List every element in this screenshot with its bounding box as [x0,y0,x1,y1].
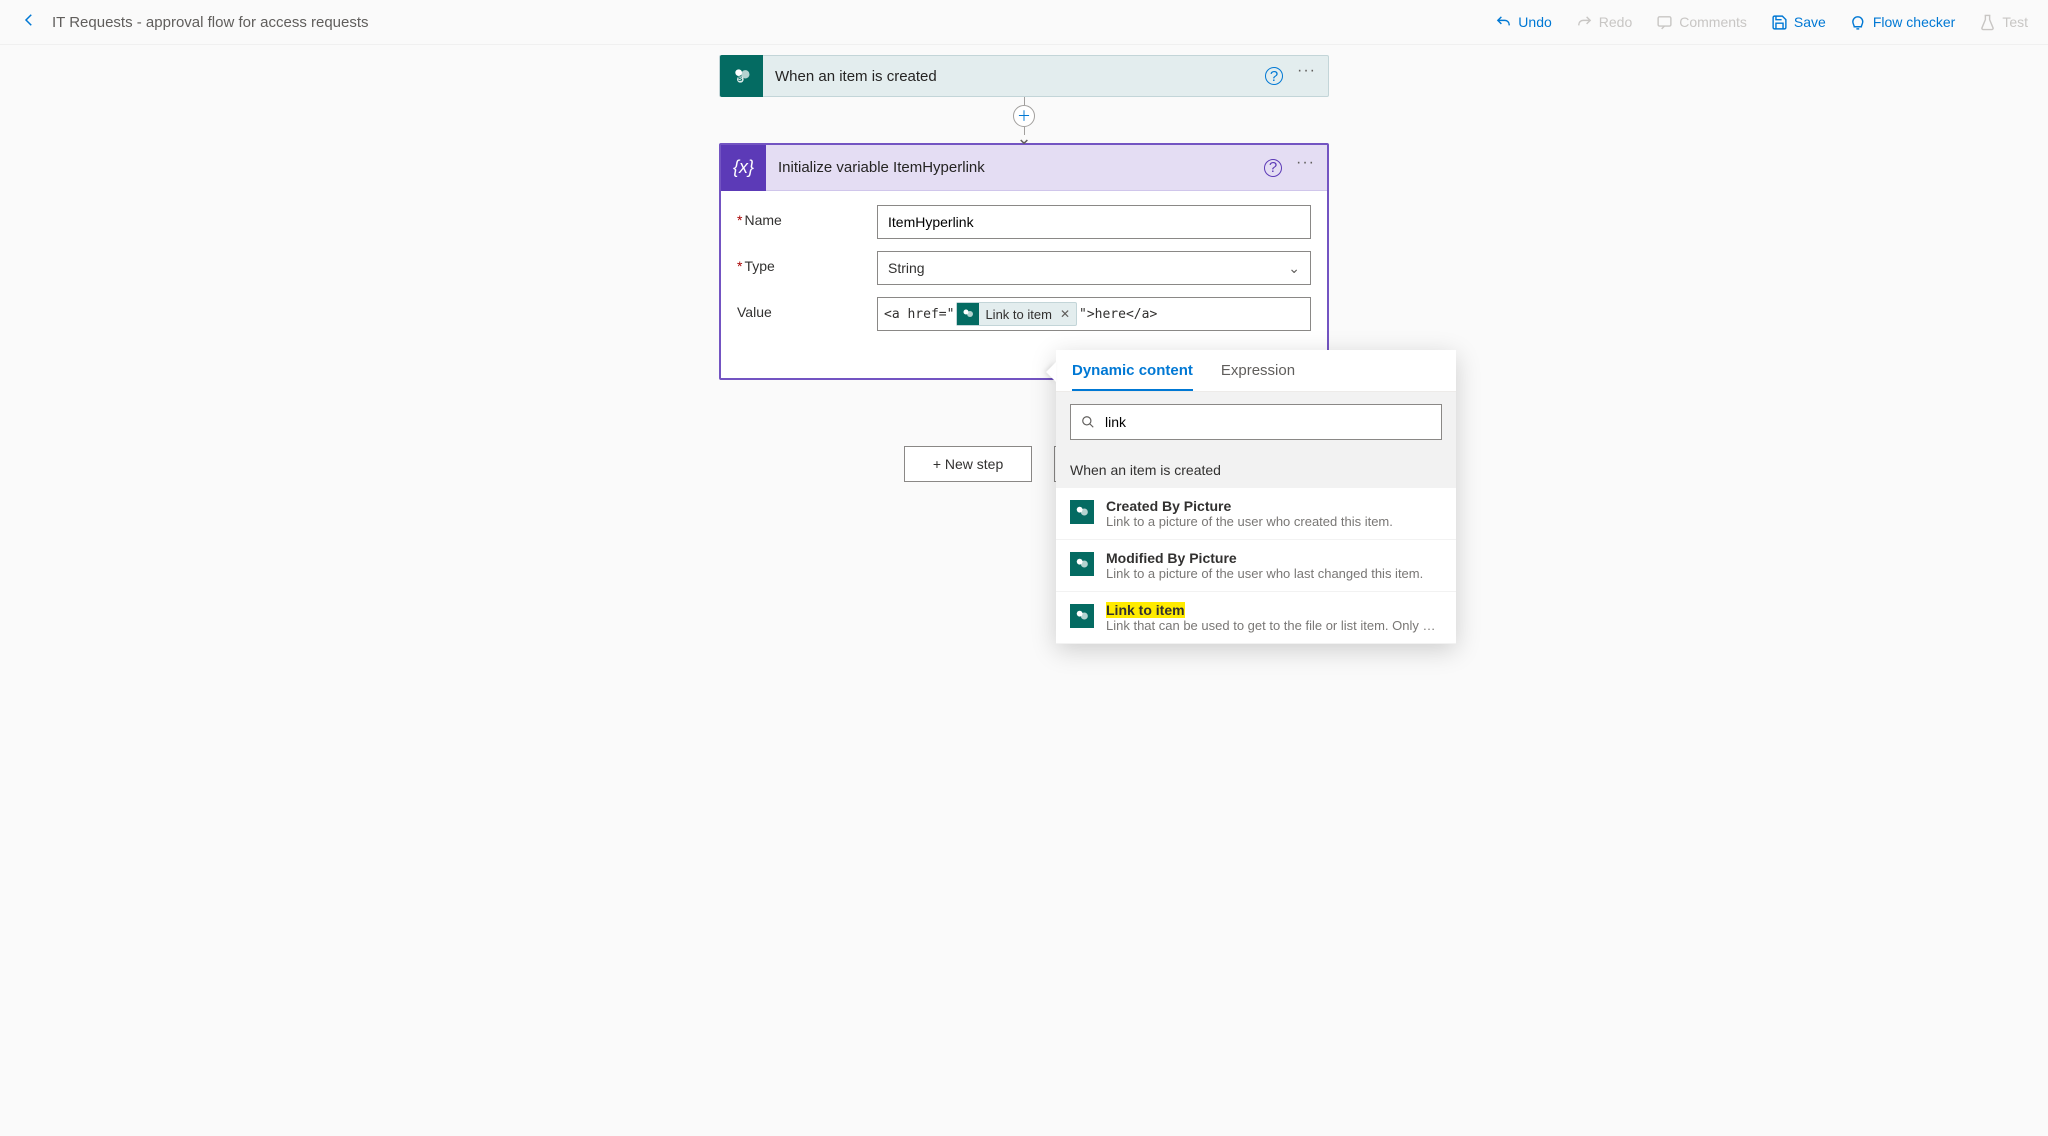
add-step-between-icon[interactable]: ＋ [1013,105,1035,127]
topbar: IT Requests - approval flow for access r… [0,0,2048,45]
sharepoint-icon [957,303,979,325]
value-suffix-text: ">here</a> [1079,307,1157,322]
result-title: Created By Picture [1106,498,1442,514]
back-arrow-icon[interactable] [20,11,38,34]
action-help-icon[interactable]: ? [1264,159,1282,177]
flow-checker-label: Flow checker [1873,14,1955,30]
flow-checker-button[interactable]: Flow checker [1850,14,1955,31]
type-select-value: String [888,260,925,276]
chevron-down-icon: ⌄ [1288,260,1300,277]
value-prefix-text: <a href=" [884,307,954,322]
redo-label: Redo [1599,14,1632,30]
flow-canvas: S When an item is created ? ··· ＋ ⌄ {x} … [0,45,2048,482]
variable-icon: {x} [721,145,766,191]
trigger-title: When an item is created [775,68,1265,85]
save-label: Save [1794,14,1826,30]
token-label: Link to item [985,307,1051,322]
trigger-card[interactable]: S When an item is created ? ··· [719,55,1329,97]
value-input[interactable]: <a href=" Link to item ✕ ">here</a> [877,297,1311,331]
svg-text:S: S [737,76,742,83]
type-select[interactable]: String ⌄ [877,251,1311,285]
value-label: Value [737,297,877,320]
dynamic-search-box[interactable] [1070,404,1442,440]
action-card: {x} Initialize variable ItemHyperlink ? … [719,143,1329,380]
test-label: Test [2002,14,2028,30]
dynamic-token[interactable]: Link to item ✕ [956,302,1077,326]
dynamic-result[interactable]: Modified By PictureLink to a picture of … [1056,540,1456,592]
dynamic-result[interactable]: Created By PictureLink to a picture of t… [1056,488,1456,540]
undo-button[interactable]: Undo [1495,14,1551,31]
action-header[interactable]: {x} Initialize variable ItemHyperlink ? … [721,145,1327,191]
result-title: Link to item [1106,602,1442,618]
result-sub: Link to a picture of the user who last c… [1106,566,1442,581]
popup-caret [1046,362,1056,382]
dynamic-search-input[interactable] [1105,414,1431,430]
sharepoint-icon [1070,552,1094,576]
tab-dynamic-content[interactable]: Dynamic content [1072,362,1193,391]
token-remove-icon[interactable]: ✕ [1060,307,1070,321]
flow-arrow-icon: ⌄ [1016,133,1031,143]
name-input[interactable] [877,205,1311,239]
type-label: *Type [737,251,877,274]
result-sub: Link to a picture of the user who create… [1106,514,1442,529]
sharepoint-icon: S [720,55,763,97]
trigger-help-icon[interactable]: ? [1265,67,1283,85]
dynamic-result[interactable]: Link to itemLink that can be used to get… [1056,592,1456,644]
name-label: *Name [737,205,877,228]
comments-label: Comments [1679,14,1747,30]
trigger-more-icon[interactable]: ··· [1297,66,1316,86]
action-title: Initialize variable ItemHyperlink [778,159,1264,176]
sharepoint-icon [1070,604,1094,628]
comments-button[interactable]: Comments [1656,14,1747,31]
save-button[interactable]: Save [1771,14,1826,31]
action-more-icon[interactable]: ··· [1296,158,1315,178]
page-title: IT Requests - approval flow for access r… [52,14,369,31]
sharepoint-icon [1070,500,1094,524]
dynamic-content-popup: Dynamic content Expression When an item … [1056,350,1456,644]
search-icon [1081,415,1095,429]
result-title: Modified By Picture [1106,550,1442,566]
new-step-button[interactable]: + New step [904,446,1032,482]
popup-section-header: When an item is created [1056,452,1456,488]
connector: ＋ ⌄ [719,97,1329,143]
undo-label: Undo [1518,14,1551,30]
test-button[interactable]: Test [1979,14,2028,31]
result-sub: Link that can be used to get to the file… [1106,618,1442,633]
tab-expression[interactable]: Expression [1221,362,1295,391]
redo-button[interactable]: Redo [1576,14,1632,31]
